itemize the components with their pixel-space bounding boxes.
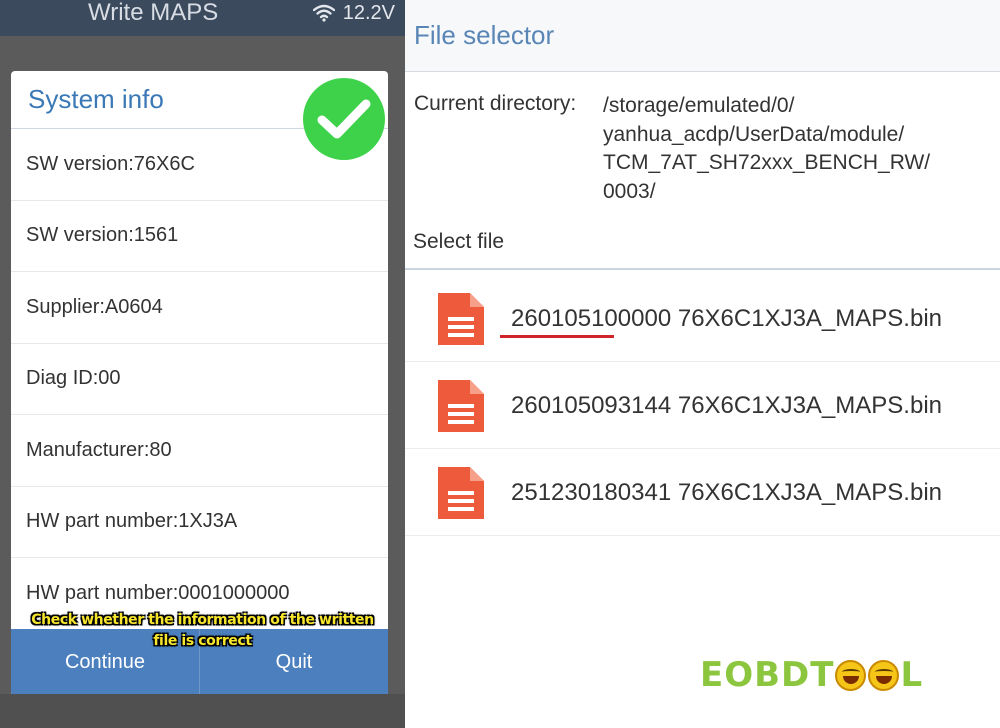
left-bottom-edge [0, 694, 405, 728]
path-line: 0003/ [603, 179, 656, 203]
highlight-underline [500, 335, 614, 338]
watermark-text: EOBDT [700, 655, 835, 695]
watermark-text: L [900, 655, 924, 695]
path-line: yanhua_acdp/UserData/module/ [603, 122, 905, 146]
info-row: Manufacturer:80 [11, 415, 388, 487]
current-directory-path: /storage/emulated/0/ yanhua_acdp/UserDat… [603, 92, 983, 206]
system-info-dialog: System info SW version:76X6C SW version:… [11, 71, 388, 696]
file-name: 260105100000 76X6C1XJ3A_MAPS.bin [511, 305, 942, 332]
info-row: SW version:1561 [11, 201, 388, 272]
file-name: 251230180341 76X6C1XJ3A_MAPS.bin [511, 479, 942, 506]
subtitle-line: Check whether the information of the wri… [31, 612, 374, 628]
info-row: Diag ID:00 [11, 344, 388, 415]
watermark-logo: EOBDT L [700, 650, 923, 700]
wifi-icon [312, 4, 335, 22]
document-icon [438, 467, 484, 519]
app-title-bar: Write MAPS 12.2V [0, 0, 405, 36]
current-directory-label: Current directory: [414, 92, 577, 115]
path-line: /storage/emulated/0/ [603, 94, 795, 117]
left-panel: Write MAPS 12.2V System info SW version:… [0, 0, 405, 728]
status-bar: 12.2V [312, 0, 395, 26]
list-divider [405, 268, 1000, 270]
file-selector-title: File selector [414, 20, 555, 50]
info-row: Supplier:A0604 [11, 272, 388, 344]
app-title: Write MAPS [88, 0, 219, 26]
file-selector-header: File selector [405, 0, 1000, 72]
document-icon [438, 380, 484, 432]
subtitle-line: file is correct [153, 633, 252, 649]
select-file-label: Select file [413, 230, 505, 253]
file-item[interactable]: 260105100000 76X6C1XJ3A_MAPS.bin [405, 276, 1000, 362]
dialog-title: System info [28, 84, 164, 114]
video-subtitle: Check whether the information of the wri… [0, 610, 405, 652]
file-selector-panel: File selector Current directory: /storag… [405, 0, 1000, 728]
info-row: HW part number:1XJ3A [11, 487, 388, 558]
check-icon [303, 78, 385, 160]
battery-voltage: 12.2V [342, 1, 395, 24]
path-line: TCM_7AT_SH72xxx_BENCH_RW/ [603, 151, 931, 174]
file-name: 260105093144 76X6C1XJ3A_MAPS.bin [511, 392, 942, 419]
laughing-emoji-icon [868, 659, 900, 691]
file-item[interactable]: 251230180341 76X6C1XJ3A_MAPS.bin [405, 450, 1000, 536]
laughing-emoji-icon [835, 659, 867, 691]
document-icon [438, 293, 484, 345]
file-item[interactable]: 260105093144 76X6C1XJ3A_MAPS.bin [405, 363, 1000, 449]
